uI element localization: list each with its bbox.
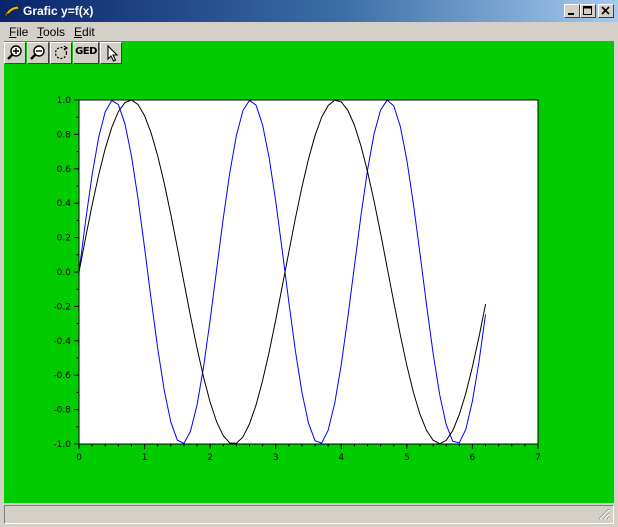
y-tick-label: -0.4 — [53, 337, 71, 347]
close-icon — [601, 6, 610, 15]
zoom-in-icon — [7, 45, 22, 60]
x-tick-label: 7 — [535, 453, 541, 463]
scilab-icon — [4, 5, 20, 18]
y-tick-label: -0.6 — [53, 371, 71, 381]
figure-canvas[interactable]: 0 1 2 3 4 5 6 7 -1.0 -0.8 -0.6 -0.4 -0.2 0.0 0.2 0.4 0.6… — [4, 41, 614, 503]
y-tick-label: -0.8 — [53, 406, 71, 416]
minimize-icon — [568, 13, 574, 15]
ged-button[interactable]: GED — [73, 42, 99, 64]
zoom-out-icon — [30, 45, 45, 60]
minimize-button[interactable] — [564, 4, 580, 18]
maximize-button[interactable] — [580, 4, 596, 18]
menu-tools[interactable]: Tools — [37, 25, 65, 39]
pointer-button[interactable] — [100, 42, 122, 64]
close-button[interactable] — [598, 4, 614, 18]
x-tick-label: 0 — [76, 453, 82, 463]
plot-svg: 0 1 2 3 4 5 6 7 -1.0 -0.8 -0.6 -0.4 -0.2 0.0 0.2 0.4 0.6… — [53, 96, 541, 463]
x-tick-label: 2 — [207, 453, 213, 463]
menu-bar: File Tools Edit — [0, 22, 618, 41]
y-tick-label: 0.4 — [57, 199, 72, 209]
toolbar: GED — [0, 41, 618, 65]
menu-file[interactable]: File — [9, 25, 28, 39]
x-tick-label: 4 — [338, 453, 344, 463]
maximize-icon — [583, 6, 592, 15]
x-tick-label: 1 — [142, 453, 148, 463]
resize-grip-icon[interactable] — [598, 508, 610, 520]
pointer-icon — [107, 44, 119, 62]
y-tick-label: -0.2 — [53, 302, 71, 312]
rotate-button[interactable] — [50, 42, 72, 64]
title-bar[interactable]: Grafic y=f(x) — [0, 0, 618, 22]
ged-button-label: GED — [75, 46, 97, 57]
status-bar — [4, 505, 614, 524]
y-tick-label: 0.2 — [57, 234, 71, 244]
app-window: Grafic y=f(x) File Tools Edit 0 1 2 3 4 5 6 7 -1… — [0, 0, 618, 527]
rotate-icon — [54, 45, 69, 60]
zoom-out-button[interactable] — [27, 42, 49, 64]
x-tick-label: 5 — [404, 453, 410, 463]
y-tick-label: 0.0 — [57, 268, 72, 278]
zoom-in-button[interactable] — [4, 42, 26, 64]
menu-edit[interactable]: Edit — [74, 25, 95, 39]
y-tick-label: -1.0 — [53, 440, 71, 450]
y-tick-label: 0.8 — [57, 130, 72, 140]
y-tick-label: 1.0 — [57, 96, 72, 106]
x-tick-label: 3 — [273, 453, 279, 463]
y-tick-label: 0.6 — [57, 165, 72, 175]
window-title: Grafic y=f(x) — [23, 4, 94, 18]
x-tick-label: 6 — [470, 453, 476, 463]
